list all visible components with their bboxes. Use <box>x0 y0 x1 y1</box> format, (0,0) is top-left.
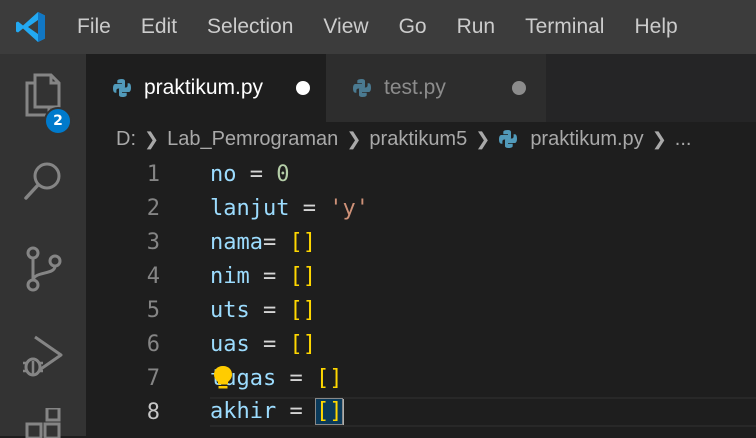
run-debug-button[interactable] <box>0 322 86 388</box>
code-line: 2 lanjut = 'y' <box>86 191 756 225</box>
code-token: = <box>276 365 316 391</box>
explorer-button[interactable]: 2 <box>0 62 86 135</box>
code-editor[interactable]: 1 no = 0 2 lanjut = 'y' 3 nama= [] 4 nim… <box>86 156 756 436</box>
tab-bar: praktikum.py test.py <box>86 54 756 122</box>
source-control-button[interactable] <box>0 236 86 302</box>
code-line: 5 uts = [] <box>86 293 756 327</box>
code-token: [] <box>289 263 317 289</box>
code-token: no <box>210 161 237 187</box>
code-token: = <box>276 399 316 424</box>
code-line: 1 no = 0 <box>86 157 756 191</box>
unsaved-dot-icon[interactable] <box>296 81 310 95</box>
code-token: 'y' <box>329 195 369 221</box>
breadcrumb-folder[interactable]: praktikum5 <box>369 128 467 151</box>
menu-run[interactable]: Run <box>442 0 511 54</box>
python-icon <box>499 130 518 148</box>
code-token: = <box>249 263 290 289</box>
line-number: 6 <box>146 331 160 357</box>
menu-terminal[interactable]: Terminal <box>510 0 619 54</box>
code-token: [] <box>289 229 316 255</box>
source-control-icon <box>26 246 62 292</box>
tab-praktikum[interactable]: praktikum.py <box>86 54 326 122</box>
python-icon <box>353 79 371 97</box>
breadcrumb-more[interactable]: ... <box>675 128 692 151</box>
code-line-active: 8 akhir = [] <box>86 395 756 429</box>
code-token: nim <box>210 263 250 289</box>
code-token: [] <box>289 331 317 357</box>
line-number: 8 <box>146 399 160 425</box>
line-number: 5 <box>146 297 160 323</box>
menu-selection[interactable]: Selection <box>192 0 308 54</box>
lightbulb-icon[interactable] <box>212 365 234 391</box>
menu-bar: File Edit Selection View Go Run Terminal… <box>0 0 756 54</box>
code-token: = <box>236 161 277 187</box>
menu-file[interactable]: File <box>62 0 126 54</box>
vscode-logo-icon <box>16 12 45 42</box>
tab-label: praktikum.py <box>144 76 264 99</box>
code-token: nama <box>210 229 263 255</box>
code-token: lanjut <box>210 195 290 221</box>
text-cursor <box>342 399 345 425</box>
line-number: 3 <box>146 229 160 255</box>
breadcrumb-drive[interactable]: D: <box>116 128 136 151</box>
code-token: = <box>249 331 290 357</box>
chevron-right-icon: ❯ <box>144 128 160 149</box>
python-icon <box>113 79 131 97</box>
extensions-button[interactable] <box>0 408 86 438</box>
code-token: = <box>289 195 330 221</box>
line-number: 7 <box>146 365 160 391</box>
chevron-right-icon: ❯ <box>475 128 491 149</box>
tab-test[interactable]: test.py <box>326 54 546 122</box>
code-token: uas <box>210 331 250 357</box>
breadcrumb-folder[interactable]: Lab_Pemrograman <box>167 128 338 151</box>
code-line: 3 nama= [] <box>86 225 756 259</box>
run-debug-icon <box>23 335 63 377</box>
menu-go[interactable]: Go <box>384 0 442 54</box>
tab-label: test.py <box>384 76 446 99</box>
code-token: [] <box>289 297 317 323</box>
menu-edit[interactable]: Edit <box>126 0 192 54</box>
code-token: [] <box>315 398 344 425</box>
search-button[interactable] <box>0 148 86 214</box>
chevron-right-icon: ❯ <box>346 128 362 149</box>
line-number: 1 <box>146 161 160 187</box>
code-token: uts <box>210 297 250 323</box>
line-number: 4 <box>146 263 160 289</box>
menu-view[interactable]: View <box>308 0 383 54</box>
unsaved-dot-icon[interactable] <box>512 81 526 95</box>
code-line: 4 nim = [] <box>86 259 756 293</box>
breadcrumb: D: ❯ Lab_Pemrograman ❯ praktikum5 ❯ prak… <box>86 122 756 156</box>
line-number: 2 <box>146 195 160 221</box>
chevron-right-icon: ❯ <box>651 128 667 149</box>
code-line: 7 tugas = [] <box>86 361 756 395</box>
code-token: 0 <box>276 161 290 187</box>
code-line: 6 uas = [] <box>86 327 756 361</box>
code-token: akhir <box>210 399 277 424</box>
extensions-icon <box>25 408 61 438</box>
code-token: = <box>262 229 290 255</box>
activity-bar: 2 <box>0 54 86 438</box>
code-token: = <box>249 297 290 323</box>
search-icon <box>24 162 61 200</box>
code-token: [] <box>315 365 343 391</box>
explorer-badge: 2 <box>44 107 72 135</box>
menu-help[interactable]: Help <box>619 0 692 54</box>
breadcrumb-file[interactable]: praktikum.py <box>530 128 643 151</box>
